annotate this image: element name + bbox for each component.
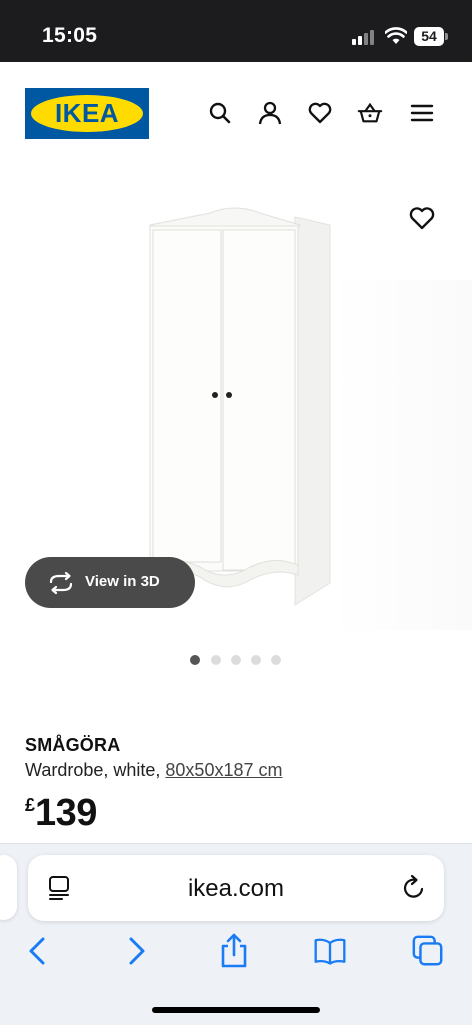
view-in-3d-label: View in 3D (85, 573, 160, 590)
logo-text: IKEA (54, 98, 120, 128)
account-icon[interactable] (257, 100, 283, 126)
menu-icon[interactable] (409, 100, 435, 126)
basket-icon[interactable] (357, 100, 383, 126)
address-bar[interactable]: ikea.com (28, 855, 444, 921)
price-currency: £ (25, 795, 36, 815)
price-amount: 139 (35, 792, 97, 834)
pagination-dot[interactable] (271, 655, 281, 665)
reload-icon[interactable] (400, 874, 428, 902)
url-text[interactable]: ikea.com (28, 875, 444, 903)
pagination-dot[interactable] (231, 655, 241, 665)
back-icon[interactable] (20, 933, 54, 969)
status-bar: 15:05 54 (0, 0, 472, 62)
status-time: 15:05 (42, 24, 98, 47)
ikea-logo[interactable]: IKEA (25, 88, 149, 139)
cellular-signal-icon (352, 29, 378, 45)
image-background (330, 280, 472, 630)
home-indicator (152, 1007, 320, 1013)
product-description: Wardrobe, white, 80x50x187 cm (25, 760, 282, 781)
share-icon[interactable] (217, 933, 251, 969)
forward-icon[interactable] (120, 933, 154, 969)
add-to-favourites-icon[interactable] (408, 205, 436, 231)
product-size-link[interactable]: 80x50x187 cm (165, 760, 282, 780)
search-icon[interactable] (207, 100, 233, 126)
pagination-dot[interactable] (251, 655, 261, 665)
pagination-dot[interactable] (190, 655, 200, 665)
product-price: £139 (25, 792, 97, 835)
previous-tab-preview[interactable] (0, 855, 17, 920)
battery-icon: 54 (414, 27, 448, 46)
rotate-3d-icon (49, 571, 73, 595)
product-name: SMÅGÖRA (25, 735, 121, 755)
tabs-icon[interactable] (411, 933, 445, 969)
favourites-icon[interactable] (307, 100, 333, 126)
product-type: Wardrobe, white, (25, 760, 161, 780)
bookmarks-icon[interactable] (313, 933, 347, 969)
view-in-3d-button[interactable]: View in 3D (25, 557, 195, 608)
pagination-dot[interactable] (211, 655, 221, 665)
wifi-icon (385, 27, 407, 44)
